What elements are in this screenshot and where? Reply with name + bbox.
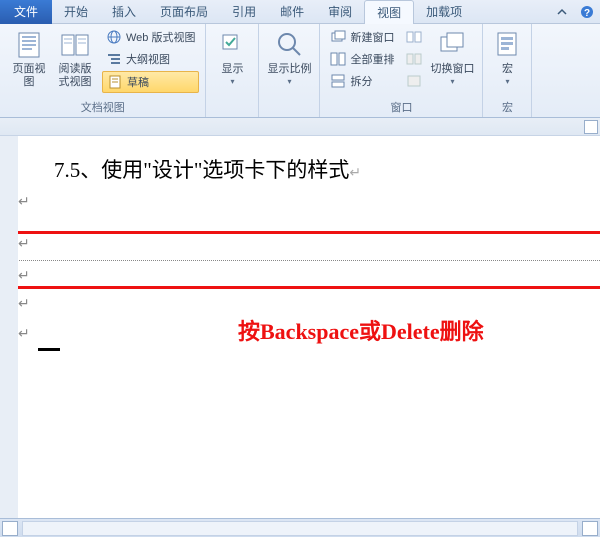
svg-text:?: ? (584, 8, 590, 19)
paragraph-mark: ↵ (18, 296, 30, 313)
dropdown-icon: ▾ (230, 77, 234, 86)
dropdown-icon: ▾ (287, 77, 291, 86)
arrange-all-label: 全部重排 (350, 51, 394, 67)
scroll-track[interactable] (22, 521, 578, 536)
group-label-window: 窗口 (326, 98, 476, 116)
group-window: 新建窗口 全部重排 拆分 (320, 24, 483, 117)
switch-window-label: 切换窗口 (430, 63, 474, 76)
group-label-zoom (265, 102, 313, 116)
split-button[interactable]: 拆分 (326, 71, 398, 91)
show-label: 显示 (221, 63, 243, 76)
ribbon: 页面视图 阅读版式视图 Web 版式视图 大纲视图 草稿 (0, 24, 600, 118)
help-icon[interactable]: ? (574, 5, 600, 19)
group-document-views: 页面视图 阅读版式视图 Web 版式视图 大纲视图 草稿 (0, 24, 206, 117)
paragraph-mark: ↵ (18, 326, 30, 343)
new-window-button[interactable]: 新建窗口 (326, 27, 398, 47)
menu-bar: 文件 开始 插入 页面布局 引用 邮件 审阅 视图 加载项 ? (0, 0, 600, 24)
reset-position-button[interactable] (404, 71, 424, 91)
group-label-show (212, 102, 252, 116)
ruler (0, 118, 600, 136)
group-show: 显示 ▾ (206, 24, 259, 117)
reading-layout-button[interactable]: 阅读版式视图 (52, 27, 98, 91)
ruler-toggle-button[interactable] (584, 120, 598, 134)
tab-home[interactable]: 开始 (52, 0, 100, 24)
paragraph-mark: ↵ (18, 236, 30, 253)
new-window-label: 新建窗口 (350, 29, 394, 45)
switch-window-button[interactable]: 切换窗口 ▾ (428, 27, 476, 88)
text-cursor (38, 348, 60, 351)
dropdown-icon: ▾ (505, 77, 509, 86)
tab-view[interactable]: 视图 (364, 0, 414, 24)
group-macros: 宏 ▾ 宏 (483, 24, 532, 117)
paragraph-mark: ↵ (18, 268, 30, 285)
scroll-left-button[interactable] (2, 521, 18, 536)
zoom-label: 显示比例 (267, 63, 311, 76)
tab-page-layout[interactable]: 页面布局 (148, 0, 220, 24)
document-area[interactable]: 7.5、使用"设计"选项卡下的样式↵ ↵ ↵ ↵ ↵ ↵ 按Backspace或… (0, 136, 600, 518)
web-layout-label: Web 版式视图 (126, 29, 195, 45)
side-by-side-button[interactable] (404, 27, 424, 47)
arrange-all-button[interactable]: 全部重排 (326, 49, 398, 69)
horizontal-scrollbar (0, 518, 600, 537)
draft-label: 草稿 (127, 74, 149, 90)
reading-layout-label: 阅读版式视图 (54, 63, 96, 89)
group-label-views: 文档视图 (6, 98, 199, 116)
macros-label: 宏 (502, 63, 513, 76)
tab-mailings[interactable]: 邮件 (268, 0, 316, 24)
tab-insert[interactable]: 插入 (100, 0, 148, 24)
split-label: 拆分 (350, 73, 372, 89)
file-menu[interactable]: 文件 (0, 0, 52, 24)
dropdown-icon: ▾ (450, 77, 454, 86)
group-label-macros: 宏 (489, 98, 525, 116)
section-break-line (0, 260, 600, 261)
print-layout-label: 页面视图 (8, 63, 50, 89)
zoom-button[interactable]: 显示比例 ▾ (265, 27, 313, 88)
outline-button[interactable]: 大纲视图 (102, 49, 199, 69)
minimize-ribbon-icon[interactable] (550, 6, 574, 18)
print-layout-button[interactable]: 页面视图 (6, 27, 52, 91)
scroll-right-button[interactable] (582, 521, 598, 536)
document-heading: 7.5、使用"设计"选项卡下的样式↵ (54, 154, 361, 184)
tab-addins[interactable]: 加载项 (414, 0, 474, 24)
paragraph-mark: ↵ (18, 194, 30, 211)
draft-button[interactable]: 草稿 (102, 71, 199, 93)
annotation-text: 按Backspace或Delete删除 (238, 314, 484, 346)
outline-label: 大纲视图 (126, 51, 170, 67)
tab-references[interactable]: 引用 (220, 0, 268, 24)
web-layout-button[interactable]: Web 版式视图 (102, 27, 199, 47)
show-button[interactable]: 显示 ▾ (212, 27, 252, 88)
tab-review[interactable]: 审阅 (316, 0, 364, 24)
macros-button[interactable]: 宏 ▾ (489, 27, 525, 88)
group-zoom: 显示比例 ▾ (259, 24, 320, 117)
sync-scroll-button[interactable] (404, 49, 424, 69)
